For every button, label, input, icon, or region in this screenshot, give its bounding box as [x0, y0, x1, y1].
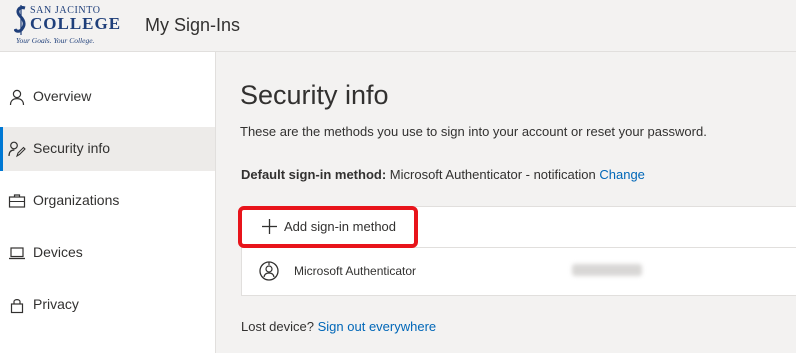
sidebar-item-label: Privacy [33, 296, 79, 312]
method-name: Microsoft Authenticator [294, 264, 417, 278]
sign-out-everywhere-link[interactable]: Sign out everywhere [318, 319, 437, 334]
sidebar-item-overview[interactable]: Overview [0, 75, 215, 119]
sidebar-item-label: Devices [33, 244, 83, 260]
method-detail-redacted [572, 264, 642, 276]
highlight-annotation-box [238, 206, 418, 248]
page-subtitle: These are the methods you use to sign in… [240, 124, 707, 139]
default-method-value: Microsoft Authenticator - notification [389, 167, 596, 182]
lock-icon [10, 299, 24, 314]
top-header: SAN JACINTO COLLEGE Your Goals. Your Col… [0, 0, 796, 52]
logo-tagline: Your Goals. Your College. [16, 36, 95, 45]
sidebar-item-organizations[interactable]: Organizations [0, 179, 215, 223]
logo-text-main: COLLEGE [30, 14, 122, 33]
app-title: My Sign-Ins [145, 15, 241, 35]
person-icon [9, 89, 25, 106]
change-default-method-link[interactable]: Change [599, 167, 645, 182]
briefcase-icon [8, 194, 26, 208]
sidebar-item-label: Organizations [33, 192, 120, 208]
main-content: Security info These are the methods you … [216, 52, 796, 353]
sign-in-method-row: Microsoft Authenticator [242, 248, 796, 296]
sidebar-item-label: Security info [33, 140, 111, 156]
default-method-label: Default sign-in method: [241, 167, 387, 182]
default-sign-in-method: Default sign-in method: Microsoft Authen… [241, 167, 645, 182]
sidebar-item-devices[interactable]: Devices [0, 231, 215, 275]
lost-device-row: Lost device? Sign out everywhere [241, 319, 436, 334]
page-title: Security info [240, 80, 389, 110]
sidebar-nav: Overview Security info Organizations Dev… [0, 52, 216, 353]
college-logo[interactable]: SAN JACINTO COLLEGE Your Goals. Your Col… [14, 3, 120, 49]
sidebar-item-security-info[interactable]: Security info [0, 127, 215, 171]
sidebar-item-privacy[interactable]: Privacy [0, 283, 215, 327]
laptop-icon [9, 247, 25, 260]
security-info-icon [8, 141, 26, 158]
logo-s-emblem [14, 5, 26, 35]
sidebar-item-label: Overview [33, 88, 92, 104]
authenticator-icon [259, 261, 279, 281]
lost-device-label: Lost device? [241, 319, 314, 334]
